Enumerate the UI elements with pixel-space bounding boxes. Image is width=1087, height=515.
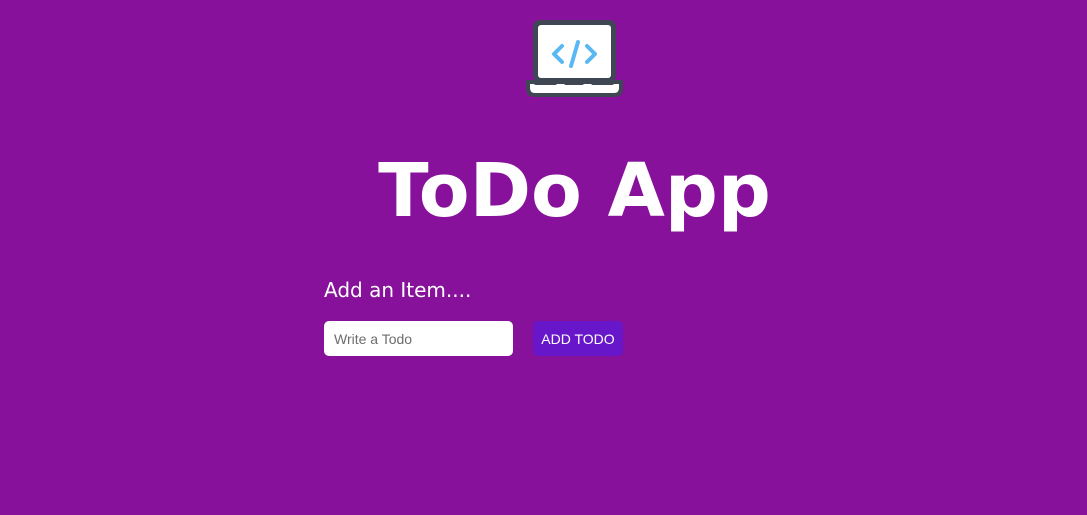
add-item-heading: Add an Item.... xyxy=(324,278,472,302)
page-title: ToDo App xyxy=(378,148,771,234)
laptop-code-icon xyxy=(524,18,625,98)
add-todo-button[interactable]: ADD TODO xyxy=(533,321,623,356)
todo-input[interactable] xyxy=(324,321,513,356)
